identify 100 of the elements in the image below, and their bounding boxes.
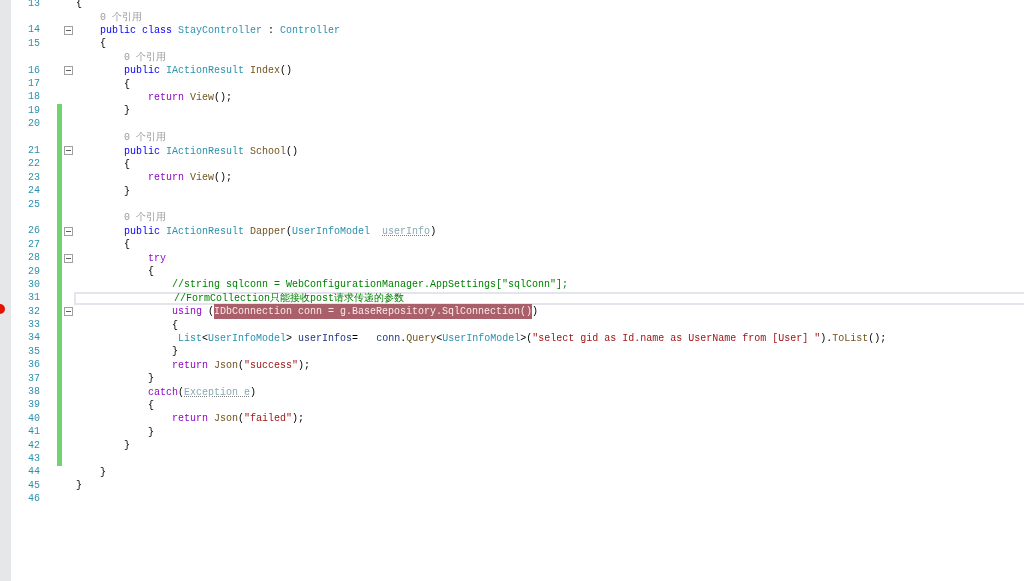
- code-token: {: [100, 37, 107, 52]
- code-token: ).: [820, 331, 833, 346]
- method-token: View: [190, 90, 215, 105]
- code-token: ();: [868, 331, 887, 346]
- type-token: IActionResult: [166, 224, 246, 239]
- string-literal: "success": [244, 358, 299, 373]
- code-token: {: [148, 265, 155, 279]
- code-token: {: [124, 157, 131, 172]
- method-token: ToList: [832, 331, 869, 346]
- line-number: 46: [28, 494, 40, 505]
- line-number: 40: [28, 413, 40, 424]
- code-token: (: [286, 224, 293, 239]
- code-token: }: [124, 184, 131, 199]
- reference-count: 0 个引用: [100, 10, 143, 25]
- code-token: {: [124, 238, 131, 253]
- type-token: StayController: [178, 24, 263, 38]
- line-number: 23: [28, 172, 40, 183]
- line-number: 39: [28, 400, 40, 411]
- line-number: 22: [28, 159, 40, 170]
- line-number: 17: [28, 79, 40, 90]
- line-number: 27: [28, 239, 40, 250]
- code-token: );: [292, 412, 305, 427]
- variable-token: conn: [376, 331, 401, 346]
- faded-code: userInfo: [382, 224, 431, 239]
- code-token: :: [268, 24, 276, 38]
- keyword-token: public: [124, 144, 162, 159]
- collapse-icon[interactable]: [63, 307, 73, 317]
- code-token: {: [148, 398, 155, 413]
- code-token: );: [298, 358, 311, 373]
- keyword-token: return: [172, 358, 210, 373]
- keyword-token: return: [172, 412, 210, 427]
- type-token: UserInfoModel: [292, 224, 371, 239]
- line-number: 31: [28, 293, 40, 304]
- code-token: (: [238, 358, 245, 373]
- line-number: 13: [28, 0, 40, 9]
- reference-count: 0 个引用: [124, 211, 167, 226]
- line-number: 45: [28, 480, 40, 491]
- line-number: 16: [28, 65, 40, 76]
- line-number: 32: [28, 306, 40, 317]
- type-token: List: [178, 331, 203, 346]
- line-number: 29: [28, 266, 40, 277]
- line-number: 21: [28, 146, 40, 156]
- collapse-icon[interactable]: [63, 25, 73, 35]
- line-number: 43: [28, 453, 40, 464]
- string-literal: "select gid as Id.name as UserName from [User] ": [532, 331, 821, 346]
- code-token: ();: [214, 90, 233, 105]
- code-token: .: [400, 331, 407, 346]
- method-token: Json: [214, 358, 239, 373]
- highlighted-code: IDbConnection conn = g.BaseRepository.SqlConnection(): [214, 304, 533, 320]
- line-number: 26: [28, 226, 40, 237]
- collapse-icon[interactable]: [63, 253, 73, 263]
- code-token: {: [124, 77, 131, 92]
- reference-count: 0 个引用: [124, 131, 167, 146]
- line-number: 36: [28, 360, 40, 371]
- code-token: }: [148, 425, 155, 440]
- type-token: UserInfoModel: [208, 331, 287, 346]
- code-token: (: [208, 305, 215, 320]
- line-number: 28: [28, 253, 40, 264]
- keyword-token: try: [148, 251, 167, 266]
- code-token: (: [238, 412, 245, 427]
- code-token: (): [286, 144, 299, 159]
- code-token: >(: [520, 331, 533, 346]
- type-token: IActionResult: [166, 64, 246, 79]
- code-comment: //FormCollection只能接收post请求传递的参数: [174, 291, 405, 306]
- code-token: ();: [214, 171, 233, 186]
- line-number: 41: [28, 427, 40, 438]
- method-token: Dapper: [250, 224, 287, 239]
- line-number: 44: [28, 467, 40, 478]
- keyword-token: using: [172, 305, 204, 320]
- line-number: 20: [28, 119, 40, 130]
- code-token: }: [124, 104, 131, 119]
- code-token: (): [280, 64, 293, 79]
- collapse-icon[interactable]: [63, 146, 73, 156]
- code-token: >: [286, 331, 294, 346]
- code-token: =: [352, 331, 360, 346]
- faded-code: Exception e: [184, 385, 251, 400]
- line-number: 33: [28, 320, 40, 331]
- collapse-icon[interactable]: [63, 226, 73, 236]
- code-token: }: [124, 439, 131, 454]
- line-number: 37: [28, 373, 40, 384]
- method-token: School: [250, 144, 287, 159]
- line-number: 30: [28, 279, 40, 290]
- line-number: 18: [28, 92, 40, 103]
- code-comment: //string sqlconn = WebConfigurationManager.AppSettings["sqlConn"];: [172, 278, 569, 292]
- code-token: ): [250, 385, 257, 400]
- line-number: 42: [28, 440, 40, 451]
- code-token: (: [178, 385, 185, 400]
- collapse-icon[interactable]: [63, 66, 73, 76]
- line-number: 25: [28, 199, 40, 210]
- type-token: UserInfoModel: [442, 331, 521, 346]
- method-token: Query: [406, 331, 437, 346]
- type-token: IActionResult: [166, 144, 246, 159]
- method-token: View: [190, 171, 215, 186]
- code-token: <: [436, 331, 443, 346]
- code-token: }: [172, 345, 179, 360]
- keyword-token: public class: [100, 24, 174, 38]
- keyword-token: return: [148, 90, 186, 105]
- keyword-token: public: [124, 64, 162, 79]
- method-token: Json: [214, 412, 239, 427]
- method-token: Index: [250, 64, 281, 79]
